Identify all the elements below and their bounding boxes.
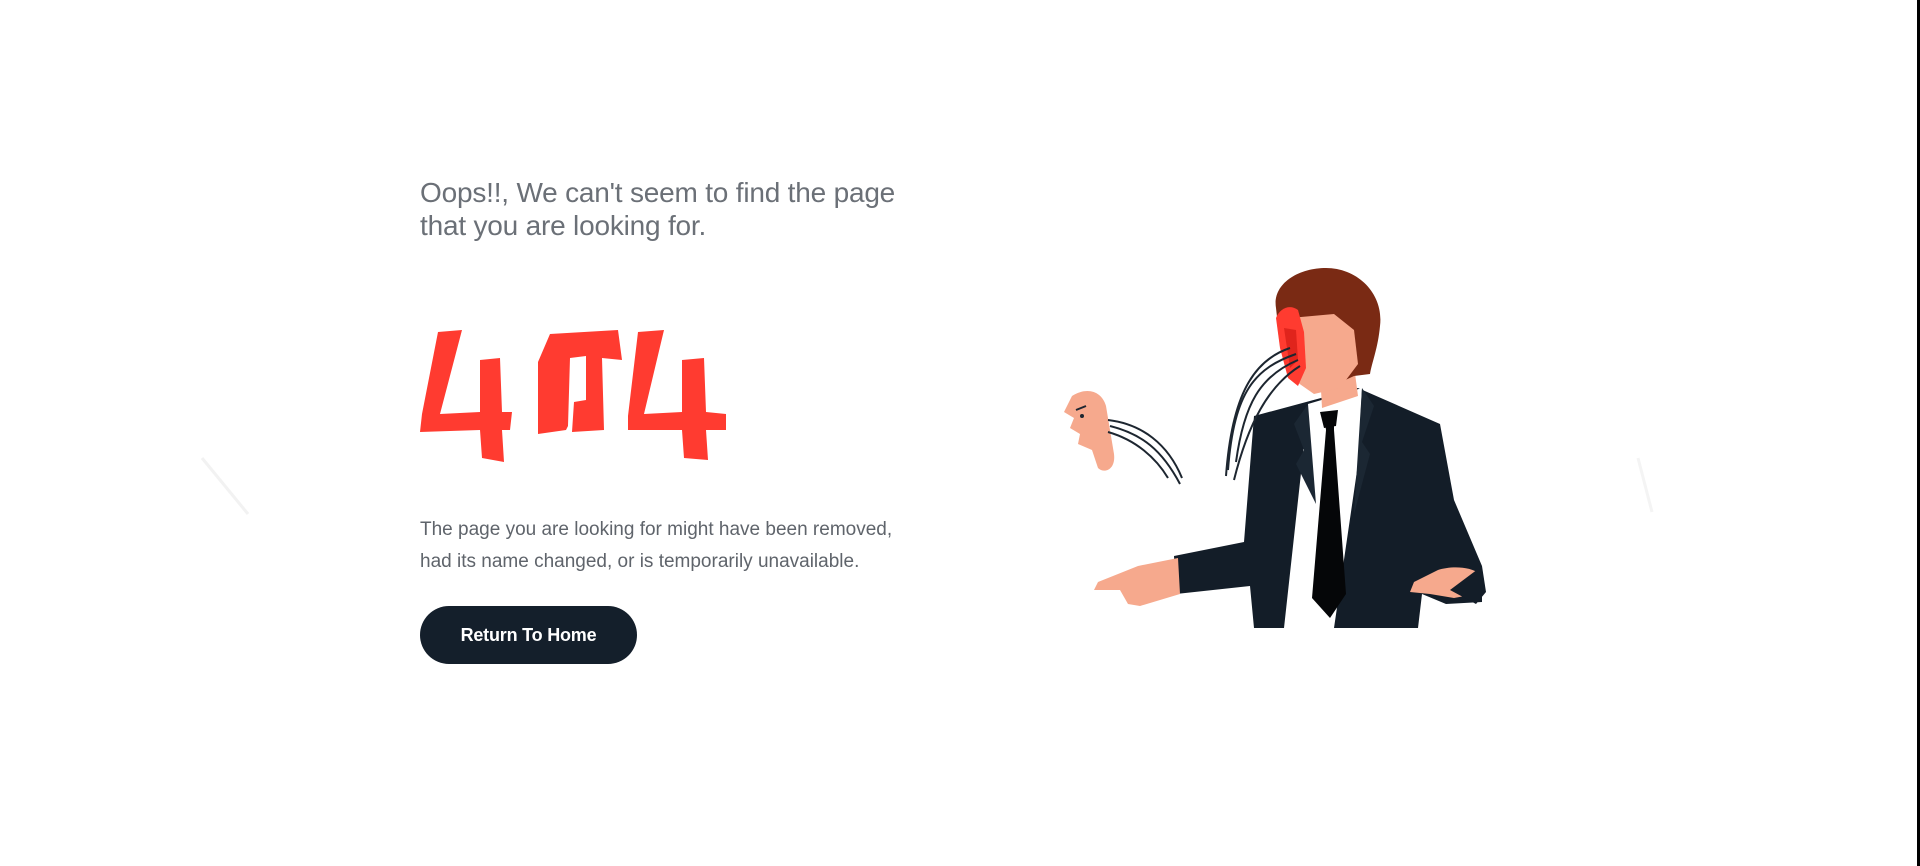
decorative-faint-mark-right: [1636, 457, 1654, 513]
error-description: The page you are looking for might have …: [420, 519, 893, 572]
error-message-section: Oops!!, We can't seem to find the page t…: [420, 176, 940, 242]
digit-4-first: [420, 330, 512, 462]
man-removing-mask-illustration: [1064, 268, 1486, 628]
digit-0-stylized: [538, 330, 622, 434]
head: [1275, 268, 1381, 394]
error-code-404: 404: [420, 330, 726, 462]
return-home-button[interactable]: Return To Home: [420, 606, 637, 664]
not-found-page: Oops!!, We can't seem to find the page t…: [0, 0, 1920, 866]
left-hand: [1094, 558, 1180, 606]
mask-wires: [1107, 419, 1183, 485]
decorative-faint-mark-left: [200, 457, 250, 515]
digit-4-second: [628, 330, 726, 460]
floating-face-mask: [1064, 391, 1115, 471]
error-headline: Oops!!, We can't seem to find the page t…: [420, 177, 896, 241]
